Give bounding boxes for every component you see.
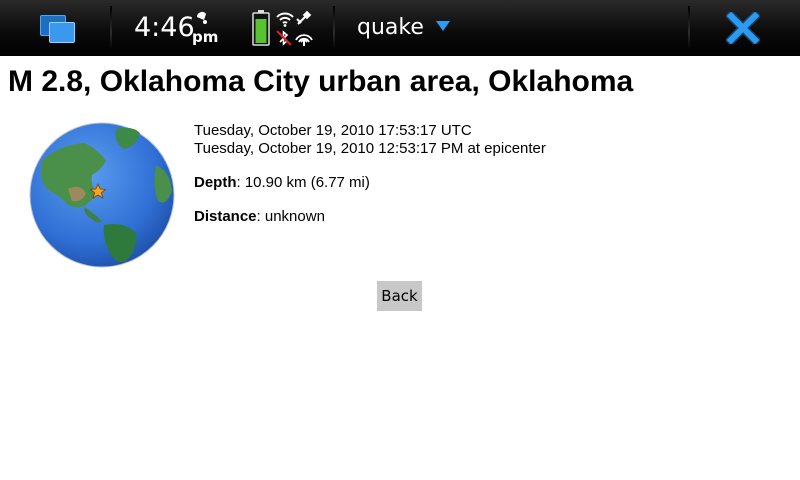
distance-value: : unknown (256, 208, 325, 225)
app-title: quake (357, 15, 424, 40)
task-switcher-icon[interactable] (36, 12, 78, 44)
depth-value: : 10.90 km (6.77 mi) (236, 174, 370, 191)
divider (110, 6, 112, 50)
divider (333, 6, 335, 50)
alarm-icon (197, 11, 207, 24)
local-time: Tuesday, October 19, 2010 12:53:17 PM at… (194, 140, 546, 157)
distance-row: Distance: unknown (194, 208, 546, 226)
close-icon[interactable] (726, 12, 760, 44)
status-bar: 4:46 pm quake (0, 0, 800, 56)
app-menu-title[interactable]: quake (357, 14, 450, 42)
divider (688, 6, 690, 50)
back-button[interactable]: Back (377, 281, 422, 311)
globe-map-icon (29, 122, 175, 268)
dropdown-caret-icon (435, 21, 450, 31)
utc-time: Tuesday, October 19, 2010 17:53:17 UTC (194, 122, 472, 139)
wifi-icon[interactable] (275, 11, 295, 27)
battery-icon[interactable] (252, 10, 270, 46)
gps-icon (296, 10, 312, 25)
signal-icon (295, 34, 313, 46)
clock-time[interactable]: 4:46 (134, 12, 195, 44)
page-title: M 2.8, Oklahoma City urban area, Oklahom… (8, 65, 634, 98)
quake-details: Tuesday, October 19, 2010 17:53:17 UTC T… (194, 122, 546, 226)
depth-label: Depth (194, 174, 237, 191)
clock-ampm: pm (192, 28, 219, 46)
depth-row: Depth: 10.90 km (6.77 mi) (194, 174, 546, 192)
bluetooth-off-icon (276, 30, 292, 46)
distance-label: Distance (194, 208, 257, 225)
